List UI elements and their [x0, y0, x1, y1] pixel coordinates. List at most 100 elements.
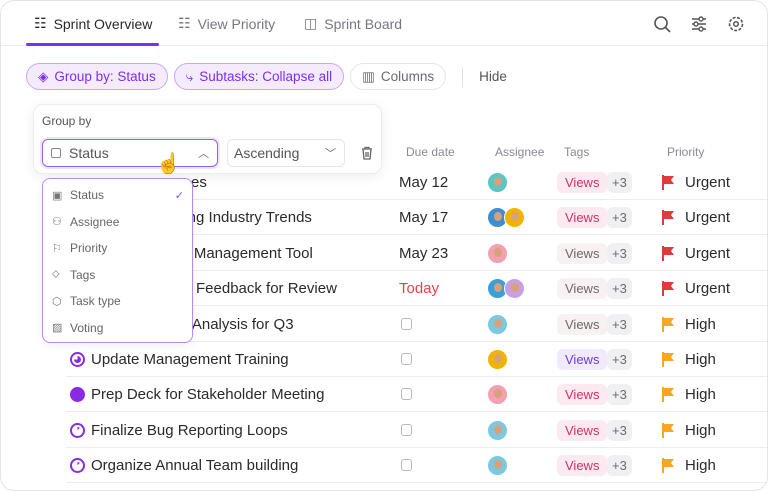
more-tags-badge[interactable]: +3	[607, 313, 632, 335]
calendar-icon[interactable]	[401, 317, 412, 330]
table-row[interactable]: Organize Annual Team building Views +3 High	[66, 448, 767, 484]
more-tags-badge[interactable]: +3	[607, 349, 632, 370]
more-tags-badge[interactable]: +3	[607, 207, 632, 229]
priority-label[interactable]: High	[685, 457, 716, 474]
tag-badge[interactable]: Views	[557, 455, 608, 477]
assignee-avatars[interactable]	[487, 278, 525, 300]
assignee-avatars[interactable]	[487, 172, 508, 193]
assignee-avatars[interactable]	[487, 313, 508, 335]
status-icon[interactable]	[70, 352, 85, 367]
more-tags-badge[interactable]: +3	[607, 419, 632, 441]
tag-badge[interactable]: Views	[557, 384, 608, 406]
priority-label[interactable]: High	[685, 422, 716, 439]
cube-icon: ⬡	[52, 295, 62, 308]
task-name[interactable]: Update Management Training	[91, 351, 289, 368]
active-tab-indicator	[26, 43, 159, 46]
gear-icon[interactable]	[727, 15, 745, 33]
assignee-avatars[interactable]	[487, 384, 508, 406]
header-tags[interactable]: Tags	[564, 145, 589, 159]
task-name[interactable]: et Analysis for Q3	[176, 316, 294, 333]
group-option-task-type[interactable]: ⬡ Task type	[52, 291, 184, 311]
flag-icon	[662, 245, 674, 261]
toolbar: ◈ Group by: Status ⤷ Subtasks: Collapse al…	[26, 63, 507, 90]
header-assignee[interactable]: Assignee	[495, 145, 544, 159]
more-tags-badge[interactable]: +3	[607, 455, 632, 477]
header-priority[interactable]: Priority	[667, 145, 704, 159]
calendar-icon[interactable]	[401, 423, 412, 436]
tab-sprint-overview[interactable]: ☷ Sprint Overview	[34, 15, 152, 32]
priority-label[interactable]: Urgent	[685, 209, 730, 226]
group-option-assignee[interactable]: ⚇ Assignee	[52, 212, 184, 232]
priority-label[interactable]: High	[685, 316, 716, 333]
flag-icon: ⚐	[52, 242, 62, 255]
tag-badge[interactable]: Views	[557, 242, 608, 264]
table-row[interactable]: Prep Deck for Stakeholder Meeting Views +3…	[66, 377, 767, 413]
flag-icon	[662, 175, 674, 190]
columns-button[interactable]: ▥ Columns	[350, 63, 447, 90]
tab-sprint-board[interactable]: ◫ Sprint Board	[304, 15, 402, 32]
tab-view-priority[interactable]: ☷ View Priority	[178, 15, 275, 32]
assignee-avatars[interactable]	[487, 349, 508, 370]
tag-badge[interactable]: Views	[557, 419, 608, 441]
due-date[interactable]: Today	[399, 280, 439, 297]
calendar-icon[interactable]	[401, 388, 412, 401]
group-field-select[interactable]: Status ︿	[42, 139, 218, 167]
due-date[interactable]: May 12	[399, 174, 448, 191]
priority-label[interactable]: High	[685, 386, 716, 403]
status-icon	[51, 148, 61, 158]
assignee-avatars[interactable]	[487, 455, 508, 477]
status-icon[interactable]	[70, 387, 85, 403]
tag-badge[interactable]: Views	[557, 278, 608, 300]
group-by-button[interactable]: ◈ Group by: Status	[26, 63, 168, 90]
more-tags-badge[interactable]: +3	[607, 172, 632, 193]
avatar	[487, 419, 508, 441]
table-row[interactable]: Update Management Training Views +3 High	[66, 342, 767, 377]
more-tags-badge[interactable]: +3	[607, 242, 632, 264]
task-name[interactable]: ging Industry Trends	[176, 209, 312, 226]
search-icon[interactable]	[653, 15, 671, 33]
assignee-avatars[interactable]	[487, 419, 508, 441]
priority-label[interactable]: Urgent	[685, 280, 730, 297]
priority-label[interactable]: Urgent	[685, 245, 730, 262]
sort-order-select[interactable]: Ascending ﹀	[227, 139, 345, 167]
tag-badge[interactable]: Views	[557, 172, 608, 193]
group-by-popup: Group by Status ︿ Ascending ﹀	[33, 104, 382, 174]
chevron-up-icon: ︿	[198, 148, 209, 160]
assignee-avatars[interactable]	[487, 242, 508, 264]
task-name[interactable]: es	[191, 174, 207, 191]
hide-button[interactable]: Hide	[479, 69, 507, 84]
group-option-priority[interactable]: ⚐ Priority	[52, 238, 184, 258]
task-name[interactable]: Organize Annual Team building	[91, 457, 298, 474]
avatar	[504, 278, 525, 300]
avatar	[487, 172, 508, 193]
flag-icon	[662, 422, 674, 438]
tag-badge[interactable]: Views	[557, 349, 608, 370]
subtasks-button[interactable]: ⤷ Subtasks: Collapse all	[173, 63, 345, 90]
status-icon[interactable]	[70, 458, 85, 474]
subtasks-icon: ⤷	[185, 68, 194, 84]
group-option-voting[interactable]: ▨ Voting	[52, 318, 184, 338]
priority-label[interactable]: Urgent	[685, 174, 730, 191]
more-tags-badge[interactable]: +3	[607, 278, 632, 300]
divider	[462, 66, 464, 87]
header-due-date[interactable]: Due date	[406, 145, 455, 159]
calendar-icon[interactable]	[401, 459, 412, 472]
due-date[interactable]: May 23	[399, 245, 448, 262]
group-option-tags[interactable]: ⬦ Tags	[52, 265, 184, 285]
status-icon[interactable]	[70, 422, 85, 438]
table-row[interactable]: Finalize Bug Reporting Loops Views +3 High	[66, 413, 767, 448]
flag-icon	[662, 210, 674, 226]
task-name[interactable]: Finalize Bug Reporting Loops	[91, 422, 288, 439]
calendar-icon[interactable]	[401, 353, 412, 365]
task-name[interactable]: ct Management Tool	[178, 245, 313, 262]
trash-icon[interactable]	[361, 146, 373, 160]
tag-badge[interactable]: Views	[557, 207, 608, 229]
filter-sliders-icon[interactable]	[690, 15, 708, 33]
tag-badge[interactable]: Views	[557, 313, 608, 335]
assignee-avatars[interactable]	[487, 207, 525, 229]
group-option-status[interactable]: ▣ Status ✓	[52, 185, 184, 205]
task-name[interactable]: Prep Deck for Stakeholder Meeting	[91, 386, 324, 403]
due-date[interactable]: May 17	[399, 209, 448, 226]
priority-label[interactable]: High	[685, 351, 716, 368]
more-tags-badge[interactable]: +3	[607, 384, 632, 406]
